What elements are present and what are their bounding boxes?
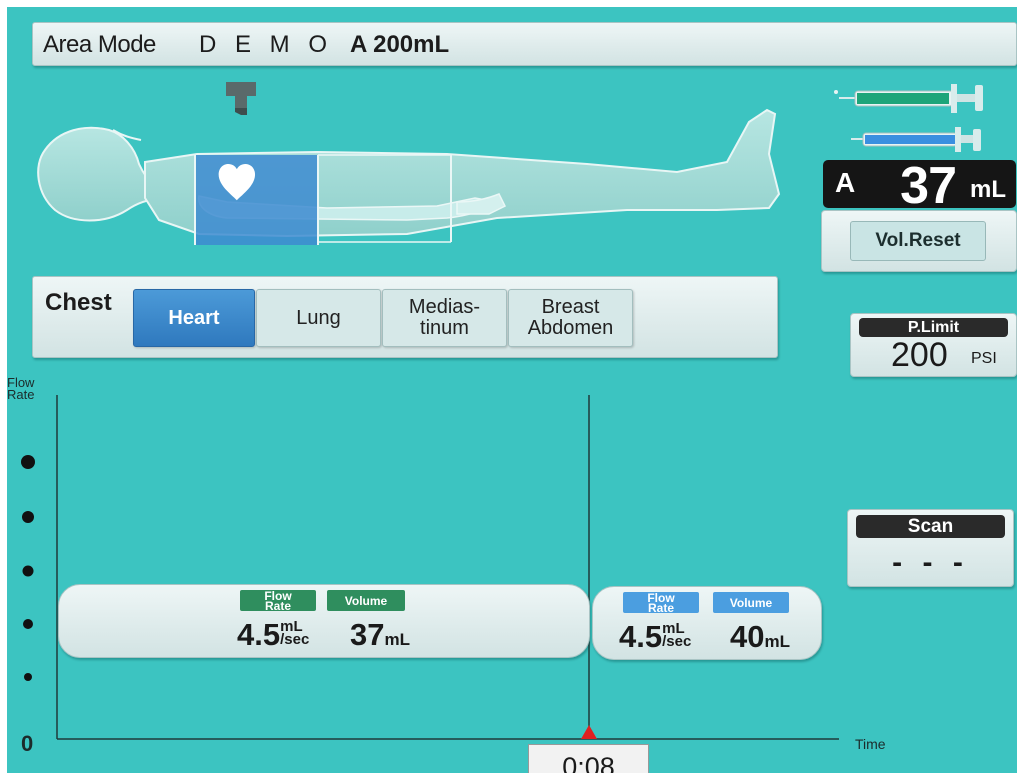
flow-rate-number: 4.5: [619, 619, 663, 654]
flow-rate-tag: Flow Rate: [240, 590, 316, 613]
region-button-lung[interactable]: Lung: [256, 289, 381, 347]
unit-bottom: /sec: [280, 631, 310, 648]
region-button-label: Medias-tinum: [409, 297, 480, 339]
volume-syringe-label: A: [835, 167, 856, 198]
flow-rate-value: 4.5mL/sec: [237, 617, 309, 653]
pressure-limit-panel[interactable]: P.Limit 200 PSI: [850, 313, 1017, 377]
pressure-limit-unit: PSI: [971, 350, 997, 367]
tag-line2: Rate: [264, 598, 291, 613]
scan-panel[interactable]: Scan - - -: [847, 509, 1014, 587]
volume-reset-panel: Vol.Reset: [821, 210, 1017, 272]
y-tick-dot: [23, 619, 33, 629]
y-tick-dot: [24, 673, 32, 681]
region-button-label: Lung: [296, 306, 341, 329]
patient-silhouette: [37, 108, 781, 238]
volume-display: A 37 mL: [823, 157, 1016, 215]
y-tick-dot: [22, 511, 34, 523]
region-button-label: Heart: [168, 306, 220, 329]
pressure-limit-value: 200: [891, 336, 948, 374]
pressure-limit-title: P.Limit: [859, 318, 1008, 337]
y-tick-dot: [22, 565, 34, 577]
phase-1-box[interactable]: Flow Rate Volume 4.5mL/sec 37mL: [58, 584, 590, 658]
region-label: Chest: [45, 289, 112, 316]
scan-value: - - -: [892, 546, 969, 579]
title-bar: Area Mode D E M O A 200mL: [32, 22, 1017, 66]
syringe-b-icon: [851, 127, 981, 152]
y-axis-label-line2: Rate: [7, 387, 35, 402]
region-button-breast-abdomen[interactable]: Breast Abdomen: [508, 289, 633, 347]
label-line1: Medias-: [408, 296, 481, 318]
y-axis-label: Flow Rate: [7, 376, 35, 402]
scan-title: Scan: [856, 515, 1005, 538]
volume-number: 40: [730, 619, 765, 654]
tag-line2: Rate: [647, 600, 674, 615]
flow-rate-unit: mL/sec: [280, 619, 310, 648]
y-tick-dot: [21, 455, 35, 469]
region-button-heart[interactable]: Heart: [133, 289, 255, 347]
volume-reset-button[interactable]: Vol.Reset: [850, 221, 986, 261]
time-cursor-marker-icon: [581, 725, 597, 739]
y-axis-zero-label: 0: [21, 731, 34, 756]
region-button-mediastinum[interactable]: Medias-tinum: [382, 289, 507, 347]
flow-rate-value: 4.5mL/sec: [619, 619, 691, 655]
volume-tag: Volume: [713, 592, 789, 613]
injection-graph: [21, 395, 839, 740]
label-line1: Breast: [541, 296, 600, 318]
flow-rate-number: 4.5: [237, 617, 281, 652]
syringe-a-icon: [834, 84, 983, 113]
body-diagram: [37, 108, 781, 245]
flow-rate-tag: Flow Rate: [623, 592, 699, 615]
demo-label: D E M O: [199, 31, 334, 58]
injector-screen: Area Mode D E M O A 200mL A 37 mL Vol.Re…: [7, 7, 1017, 773]
label-line2: tinum: [420, 317, 469, 339]
volume-tag: Volume: [327, 590, 405, 611]
syringe-volume-label: A 200mL: [350, 31, 450, 58]
volume-number: 37: [350, 617, 385, 652]
region-selector: Chest Heart Lung Medias-tinum Breast Abdo…: [32, 276, 778, 358]
volume-unit: mL: [970, 176, 1006, 203]
region-button-label: Breast Abdomen: [528, 297, 614, 339]
volume-unit: mL: [764, 632, 790, 651]
volume-value: 37: [900, 157, 957, 215]
syringe-icons: [834, 84, 983, 152]
phase-2-box[interactable]: Flow Rate Volume 4.5mL/sec 40mL: [592, 586, 822, 660]
elapsed-time: 0:08: [528, 744, 649, 773]
x-axis-label: Time: [855, 736, 886, 752]
volume-value: 40mL: [730, 619, 790, 655]
unit-bottom: /sec: [662, 633, 692, 650]
label-line2: Abdomen: [527, 317, 614, 339]
volume-unit: mL: [384, 630, 410, 649]
mode-label: Area Mode: [43, 31, 156, 58]
selected-region-highlight: [195, 155, 318, 245]
volume-value: 37mL: [350, 617, 410, 653]
flow-rate-unit: mL/sec: [662, 621, 692, 650]
